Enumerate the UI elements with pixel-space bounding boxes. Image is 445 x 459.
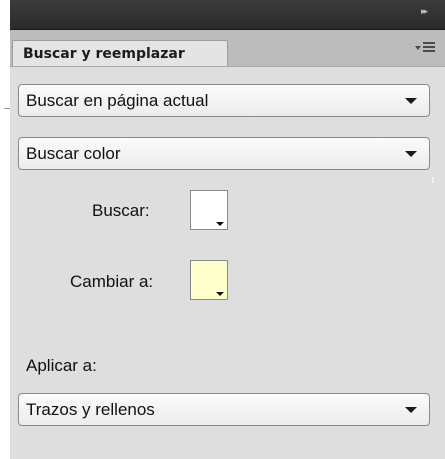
tab-find-replace[interactable]: Buscar y reemplazar [12, 40, 228, 66]
apply-to-value: Trazos y rellenos [26, 400, 155, 419]
chevron-down-icon [405, 407, 417, 413]
panel-menu-icon[interactable] [415, 42, 437, 58]
apply-to-label: Aplicar a: [26, 356, 97, 375]
find-color-label: Buscar: [92, 201, 150, 220]
search-type-dropdown[interactable]: Buscar color [18, 137, 430, 170]
replace-color-label: Cambiar a: [70, 272, 154, 291]
panel-menu-arrow [415, 46, 421, 50]
panel-menu-bars [423, 42, 435, 54]
find-replace-panel: ▸▸ Buscar y reemplazar Buscar en página … [10, 0, 445, 459]
chevron-down-icon [216, 222, 224, 226]
panel-tab-strip: Buscar y reemplazar [10, 30, 445, 67]
apply-to-dropdown[interactable]: Trazos y rellenos [18, 393, 430, 426]
search-scope-dropdown[interactable]: Buscar en página actual [18, 84, 430, 117]
resize-grip [432, 177, 434, 183]
double-chevron-right-icon[interactable]: ▸▸ [421, 7, 435, 17]
replace-color-swatch[interactable] [190, 260, 228, 300]
panel-content: Buscar en página actual Buscar color Bus… [10, 67, 445, 459]
find-color-swatch[interactable] [190, 190, 228, 230]
search-scope-value: Buscar en página actual [26, 91, 209, 110]
search-type-value: Buscar color [26, 144, 121, 163]
chevron-down-icon [405, 151, 417, 157]
chevron-down-icon [216, 292, 224, 296]
chevron-down-icon [405, 98, 417, 104]
document-edge [0, 0, 10, 459]
tab-find-replace-label: Buscar y reemplazar [23, 46, 185, 62]
panel-title-bar[interactable]: ▸▸ [10, 0, 445, 30]
